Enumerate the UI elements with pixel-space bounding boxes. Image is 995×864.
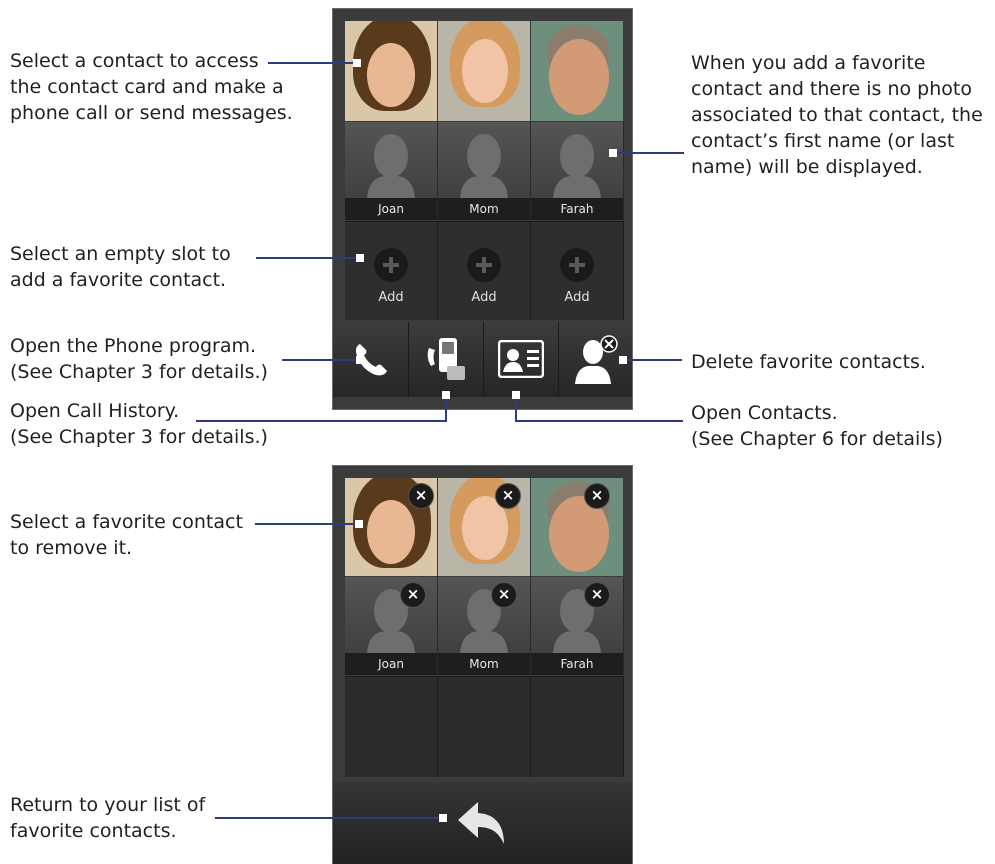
callout-empty-slot: Select an empty slot to add a favorite c… — [10, 243, 231, 291]
contact-photo-tile-3[interactable] — [531, 21, 623, 121]
empty-slot-1 — [345, 676, 438, 777]
leader-line — [255, 523, 359, 525]
add-slot-1[interactable]: Add — [345, 221, 438, 320]
leader-line — [215, 817, 443, 819]
leader-line — [515, 396, 517, 422]
contact-name-label: Mom — [438, 653, 530, 675]
leader-line — [515, 420, 683, 422]
contact-name-label: Mom — [438, 198, 530, 220]
callout-return-list: Return to your list of favorite contacts… — [10, 794, 206, 842]
contact-name-label: Joan — [345, 198, 437, 220]
remove-x-icon[interactable]: × — [408, 483, 434, 509]
contact-tile-joan[interactable]: × Joan — [345, 577, 438, 675]
add-label: Add — [378, 290, 404, 305]
callout-call-history: Open Call History. (See Chapter 3 for de… — [10, 400, 268, 448]
leader-dot — [619, 356, 627, 364]
leader-line — [256, 257, 360, 259]
contact-tile-mom[interactable]: × Mom — [438, 577, 531, 675]
person-silhouette-icon — [367, 134, 415, 198]
contact-card-icon — [498, 340, 544, 378]
remove-x-icon[interactable]: × — [400, 582, 426, 608]
callout-delete-favorites: Delete favorite contacts. — [691, 351, 926, 373]
person-silhouette-icon — [553, 134, 601, 198]
callout-remove-favorite: Select a favorite contact to remove it. — [10, 511, 243, 559]
delete-contact-icon — [575, 335, 618, 384]
leader-dot — [353, 59, 361, 67]
return-button[interactable] — [333, 782, 632, 864]
contact-tile-mom[interactable]: Mom — [438, 122, 531, 220]
add-plus-icon — [560, 248, 594, 282]
leader-line — [445, 396, 447, 422]
contact-name-label: Farah — [531, 653, 623, 675]
leader-line — [196, 420, 446, 422]
leader-dot — [355, 520, 363, 528]
contact-photo-tile-2[interactable]: × — [438, 478, 530, 576]
leader-dot — [356, 254, 364, 262]
leader-line — [268, 62, 357, 64]
remove-x-icon[interactable]: × — [584, 582, 610, 608]
leader-dot — [512, 391, 520, 399]
add-label: Add — [564, 290, 590, 305]
contact-name-label: Farah — [531, 198, 623, 220]
contacts-button[interactable] — [484, 322, 559, 397]
callout-select-contact: Select a contact to access the contact c… — [10, 50, 293, 124]
contact-name-label: Joan — [345, 653, 437, 675]
contact-photo-tile-1[interactable] — [345, 21, 437, 121]
callout-open-contacts: Open Contacts. (See Chapter 6 for detail… — [691, 402, 943, 450]
leader-dot — [442, 391, 450, 399]
call-history-button[interactable] — [409, 322, 484, 397]
call-history-icon — [427, 338, 465, 380]
favorites-screen: Joan Mom Farah Add Add Add — [332, 8, 633, 410]
leader-dot — [609, 149, 617, 157]
contact-tile-joan[interactable]: Joan — [345, 122, 438, 220]
add-slot-3[interactable]: Add — [531, 221, 624, 320]
leader-line — [622, 359, 682, 361]
contact-photo-tile-2[interactable] — [438, 21, 530, 121]
add-slot-2[interactable]: Add — [438, 221, 531, 320]
leader-line — [612, 152, 684, 154]
add-label: Add — [471, 290, 497, 305]
leader-dot — [356, 356, 364, 364]
empty-slot-2 — [438, 676, 531, 777]
callout-open-phone: Open the Phone program. (See Chapter 3 f… — [10, 335, 268, 383]
person-silhouette-icon — [460, 134, 508, 198]
remove-favorites-screen: × × × × Joan × Mom × Farah — [332, 465, 633, 864]
remove-x-icon[interactable]: × — [584, 483, 610, 509]
remove-x-icon[interactable]: × — [491, 582, 517, 608]
contact-tile-farah[interactable]: Farah — [531, 122, 624, 220]
add-plus-icon — [374, 248, 408, 282]
empty-slot-3 — [531, 676, 624, 777]
contact-photo-tile-3[interactable]: × — [531, 478, 623, 576]
remove-x-icon[interactable]: × — [495, 483, 521, 509]
return-arrow-icon — [458, 802, 504, 844]
callout-no-photo: When you add a favorite contact and ther… — [691, 52, 983, 178]
add-plus-icon — [467, 248, 501, 282]
leader-dot — [439, 814, 447, 822]
contact-tile-farah[interactable]: × Farah — [531, 577, 624, 675]
leader-line — [282, 359, 360, 361]
